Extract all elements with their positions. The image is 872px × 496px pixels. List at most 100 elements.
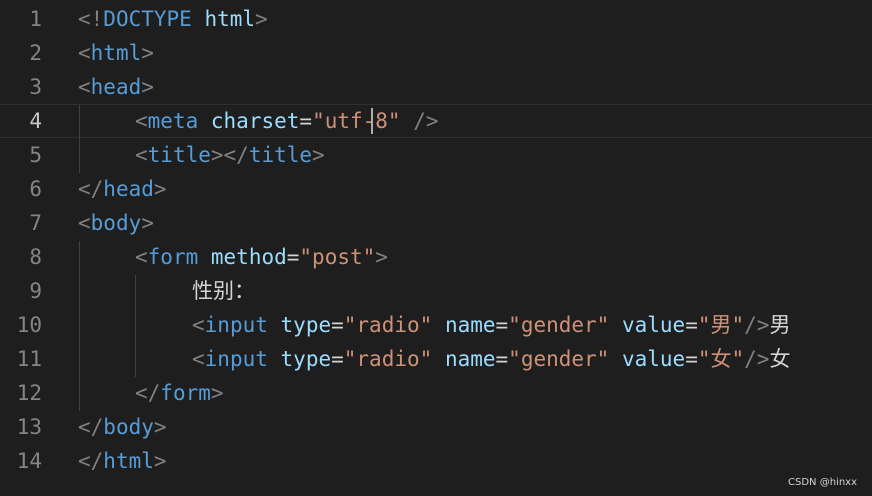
attribute-token: name (444, 347, 496, 371)
line-number: 6 (29, 177, 42, 201)
code-line[interactable]: 7 <body> (0, 206, 872, 240)
code-line[interactable]: 13 </body> (0, 410, 872, 444)
line-number: 8 (29, 245, 42, 269)
text-token: 性别： (192, 279, 255, 303)
code-line[interactable]: 11 <input type="radio" name="gender" valu… (0, 342, 872, 376)
punctuation-token: < (135, 143, 148, 167)
operator-token (198, 245, 211, 269)
string-token: "utf-8" (312, 109, 401, 133)
code-line[interactable]: 4 <meta charset="utf-8" /> (0, 104, 872, 138)
punctuation-token: < (135, 245, 148, 269)
operator-token (609, 347, 622, 371)
operator-token (268, 347, 281, 371)
string-token: "radio" (343, 313, 433, 337)
line-code: <!DOCTYPE html> (78, 2, 268, 36)
watermark: CSDN @hinxx (788, 477, 857, 488)
text-token: 女 (769, 347, 791, 371)
line-code: 性别： (192, 274, 255, 308)
code-line[interactable]: 3 <head> (0, 70, 872, 104)
line-code: <title></title> (135, 138, 325, 172)
line-number: 1 (29, 7, 42, 31)
punctuation-token: > (255, 7, 268, 31)
line-code: <head> (78, 70, 154, 104)
operator-token (432, 347, 445, 371)
operator-token: = (299, 109, 313, 133)
tag-name-token: head (90, 75, 142, 99)
attribute-token: charset (210, 109, 300, 133)
punctuation-token: > (312, 143, 325, 167)
attribute-token: type (280, 313, 332, 337)
line-code: <input type="radio" name="gender" value=… (192, 308, 790, 342)
line-code: <input type="radio" name="gender" value=… (192, 342, 790, 376)
code-line[interactable]: 12 </form> (0, 376, 872, 410)
indent-guide-head (79, 105, 80, 173)
tag-name-token: form (147, 245, 199, 269)
punctuation-token: > (375, 245, 388, 269)
punctuation-token: > (141, 41, 154, 65)
line-code: </body> (78, 410, 167, 444)
punctuation-token: > (210, 381, 224, 405)
punctuation-token: </ (78, 415, 104, 439)
code-editor[interactable]: 1 <!DOCTYPE html> 2 <html> 3 <head> 4 <meta cha… (0, 0, 872, 496)
text-cursor (371, 108, 373, 134)
punctuation-token: < (78, 211, 91, 235)
code-line[interactable]: 9 性别： (0, 274, 872, 308)
punctuation-token: < (78, 75, 91, 99)
punctuation-token: </ (135, 381, 161, 405)
line-number: 3 (29, 75, 42, 99)
string-token: "女" (697, 347, 745, 371)
line-code: </form> (135, 376, 224, 410)
code-line[interactable]: 2 <html> (0, 36, 872, 70)
attribute-token: html (204, 7, 256, 31)
attribute-token: value (621, 347, 686, 371)
punctuation-token: > (141, 75, 154, 99)
operator-token (401, 109, 414, 133)
line-code: </head> (78, 172, 167, 206)
operator-token (268, 313, 281, 337)
line-number: 10 (16, 313, 42, 337)
line-code: <form method="post"> (135, 240, 388, 274)
operator-token: = (685, 313, 698, 337)
punctuation-token: > (153, 177, 167, 201)
code-line[interactable]: 8 <form method="post"> (0, 240, 872, 274)
tag-name-token: html (103, 449, 154, 473)
string-token: "gender" (508, 313, 610, 337)
tag-name-token: body (90, 211, 142, 235)
operator-token (432, 313, 445, 337)
operator-token: = (685, 347, 698, 371)
operator-token (609, 313, 622, 337)
code-line[interactable]: 6 </head> (0, 172, 872, 206)
tag-name-token: input (204, 313, 268, 337)
operator-token: = (286, 245, 300, 269)
line-code: <body> (78, 206, 154, 240)
punctuation-token: < (192, 313, 205, 337)
tag-name-token: html (90, 41, 142, 65)
code-line[interactable]: 1 <!DOCTYPE html> (0, 2, 872, 36)
operator-token: = (331, 347, 344, 371)
string-token: "radio" (343, 347, 433, 371)
line-code: <meta charset="utf-8" /> (135, 104, 439, 138)
code-line[interactable]: 5 <title></title> (0, 138, 872, 172)
operator-token (192, 7, 205, 31)
code-line[interactable]: 14 </html> (0, 444, 872, 478)
operator-token: = (495, 313, 509, 337)
punctuation-token: </ (78, 449, 104, 473)
tag-name-token: form (160, 381, 211, 405)
operator-token: = (331, 313, 344, 337)
string-token: "gender" (508, 347, 610, 371)
tag-name-token: input (204, 347, 268, 371)
punctuation-token: > (141, 211, 154, 235)
tag-name-token: head (103, 177, 154, 201)
string-token: "男" (697, 313, 745, 337)
line-number: 11 (16, 347, 42, 371)
operator-token: = (495, 347, 509, 371)
line-number: 9 (29, 279, 42, 303)
punctuation-token: /> (744, 347, 770, 371)
punctuation-token: /> (744, 313, 770, 337)
string-token: "post" (299, 245, 376, 269)
attribute-token: type (280, 347, 332, 371)
tag-name-token: title (147, 143, 211, 167)
line-code: <html> (78, 36, 154, 70)
code-line[interactable]: 10 <input type="radio" name="gender" valu… (0, 308, 872, 342)
attribute-token: value (621, 313, 686, 337)
